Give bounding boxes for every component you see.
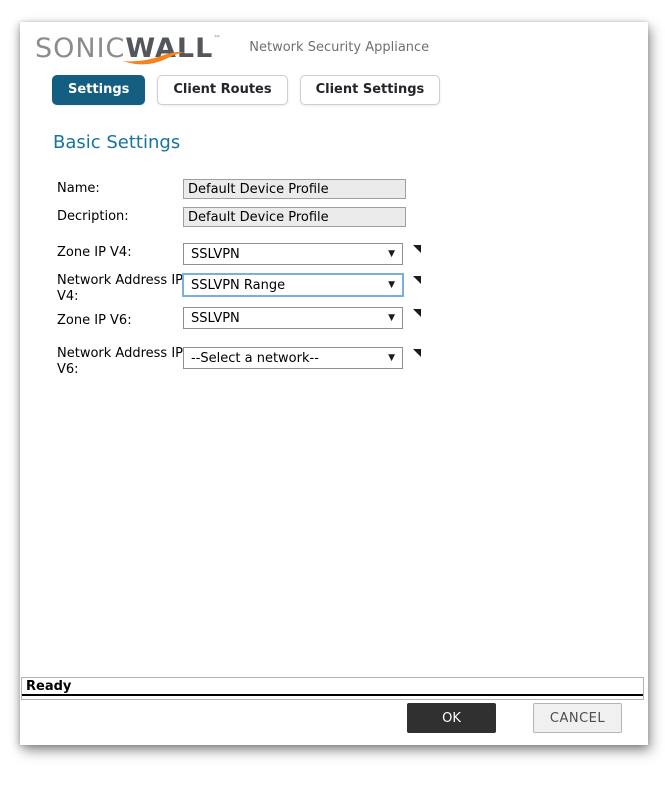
ok-button[interactable]: OK — [407, 703, 496, 733]
tab-client-settings[interactable]: Client Settings — [300, 75, 441, 105]
network-address-ip-v4-selected-value: SSLVPN Range — [191, 278, 285, 293]
page-title: Basic Settings — [53, 132, 180, 153]
tooltip-corner-icon — [413, 276, 421, 284]
sonicwall-logo: SONICWALL™ — [35, 32, 222, 66]
zone-ip-v4-label: Zone IP V4: — [57, 243, 183, 261]
zone-ip-v4-select[interactable]: SSLVPN ▼ — [183, 243, 403, 265]
form-row-name: Name: — [57, 179, 406, 199]
network-address-ip-v6-label: Network Address IP V6: — [57, 344, 183, 378]
network-address-ip-v4-label: Network Address IP V4: — [57, 271, 183, 305]
chevron-down-icon: ▼ — [382, 280, 395, 290]
tab-bar: Settings Client Routes Client Settings — [52, 75, 440, 105]
tooltip-corner-icon — [413, 245, 421, 253]
logo-swoosh-icon — [122, 52, 186, 66]
header: SONICWALL™ Network Security Appliance — [35, 32, 429, 66]
chevron-down-icon: ▼ — [382, 353, 395, 363]
form-row-network-address-ip-v6: Network Address IP V6: --Select a networ… — [57, 344, 421, 378]
status-text: Ready — [22, 678, 643, 696]
zone-ip-v4-selected-value: SSLVPN — [191, 247, 240, 262]
tab-settings[interactable]: Settings — [52, 75, 145, 105]
zone-ip-v6-selected-value: SSLVPN — [191, 311, 240, 326]
name-label: Name: — [57, 179, 183, 197]
trademark-symbol: ™ — [213, 34, 222, 43]
chevron-down-icon: ▼ — [382, 313, 395, 323]
status-spacer — [22, 696, 643, 699]
network-address-ip-v6-select[interactable]: --Select a network-- ▼ — [183, 347, 403, 369]
zone-ip-v6-select[interactable]: SSLVPN ▼ — [183, 307, 403, 329]
zone-ip-v6-label: Zone IP V6: — [57, 307, 183, 329]
description-input[interactable] — [183, 207, 406, 227]
description-label: Decription: — [57, 207, 183, 225]
network-address-ip-v4-select[interactable]: SSLVPN Range ▼ — [183, 274, 403, 296]
logo-text-sonic: SONIC — [35, 33, 125, 64]
chevron-down-icon: ▼ — [382, 249, 395, 259]
form-row-network-address-ip-v4: Network Address IP V4: SSLVPN Range ▼ — [57, 271, 421, 305]
name-input[interactable] — [183, 179, 406, 199]
form-row-description: Decription: — [57, 207, 406, 227]
status-bar: Ready — [21, 677, 644, 700]
tooltip-corner-icon — [413, 309, 421, 317]
tab-client-routes[interactable]: Client Routes — [157, 75, 287, 105]
device-profile-dialog: SONICWALL™ Network Security Appliance Se… — [20, 22, 648, 745]
network-address-ip-v6-selected-value: --Select a network-- — [191, 351, 319, 366]
form-row-zone-ip-v4: Zone IP V4: SSLVPN ▼ — [57, 243, 421, 265]
cancel-button[interactable]: CANCEL — [533, 703, 622, 733]
tooltip-corner-icon — [413, 349, 421, 357]
form-row-zone-ip-v6: Zone IP V6: SSLVPN ▼ — [57, 307, 421, 329]
product-name: Network Security Appliance — [249, 40, 429, 55]
